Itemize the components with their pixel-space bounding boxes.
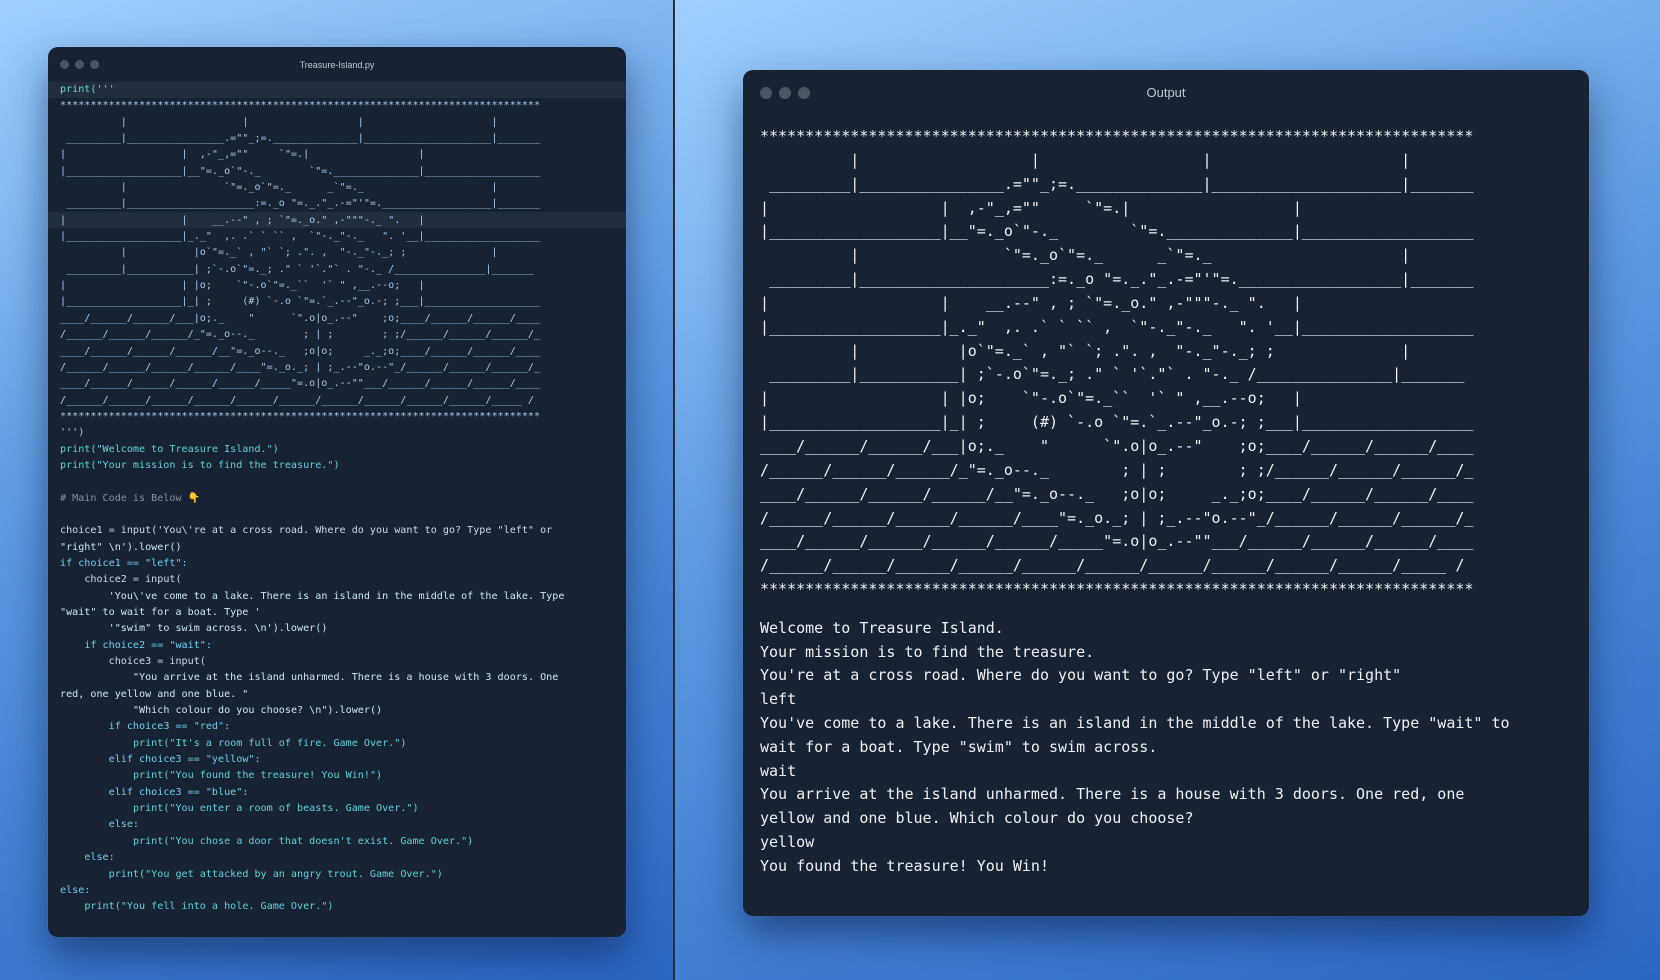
zoom-dot-icon[interactable] xyxy=(90,60,99,69)
code-line: print("Your mission is to find the treas… xyxy=(60,459,340,471)
code-line: else: xyxy=(60,819,140,831)
code-line: print("You get attacked by an angry trou… xyxy=(60,868,443,880)
minimize-dot-icon[interactable] xyxy=(75,60,84,69)
output-ascii-art: ****************************************… xyxy=(760,127,1474,599)
code-line: '"swim" to swim across. \n').lower() xyxy=(60,623,328,635)
window-controls xyxy=(760,70,810,115)
code-line: if choice2 == "wait": xyxy=(60,639,212,651)
line-highlight xyxy=(48,212,626,228)
code-line: "You arrive at the island unharmed. Ther… xyxy=(60,672,559,684)
code-editor-window: Treasure-Island.py print(''' ***********… xyxy=(48,47,626,937)
code-line: "Which colour do you choose? \n").lower(… xyxy=(60,705,383,717)
code-line: 'You\'ve come to a lake. There is an isl… xyxy=(60,590,565,602)
code-line: elif choice3 == "blue": xyxy=(60,786,249,798)
code-line: choice1 = input('You\'re at a cross road… xyxy=(60,525,553,537)
close-dot-icon[interactable] xyxy=(60,60,69,69)
line-highlight xyxy=(48,82,626,98)
code-line: ''') xyxy=(60,427,85,439)
zoom-dot-icon[interactable] xyxy=(798,86,810,99)
code-line: else: xyxy=(60,884,91,896)
code-line: "wait" to wait for a boat. Type ' xyxy=(60,607,261,618)
code-line: print("You enter a room of beasts. Game … xyxy=(60,803,419,815)
code-line: "right" \n').lower() xyxy=(60,541,182,553)
close-dot-icon[interactable] xyxy=(760,86,772,99)
code-line: print("Welcome to Treasure Island.") xyxy=(60,443,279,455)
code-line: if choice3 == "red": xyxy=(60,721,231,733)
code-line: print("You fell into a hole. Game Over."… xyxy=(60,901,334,913)
editor-titlebar: Treasure-Island.py xyxy=(48,47,626,82)
code-line: elif choice3 == "yellow": xyxy=(60,754,261,766)
code-line: print("It's a room full of fire. Game Ov… xyxy=(60,737,407,749)
code-line: red, one yellow and one blue. " xyxy=(60,688,249,700)
code-comment: # Main Code is Below 👇 xyxy=(60,492,201,504)
output-text[interactable]: Welcome to Treasure Island. Your mission… xyxy=(743,602,1589,879)
code-line: print("You chose a door that doesn't exi… xyxy=(60,835,474,847)
output-titlebar: Output xyxy=(743,70,1589,115)
code-line: print("You found the treasure! You Win!"… xyxy=(60,770,383,782)
editor-title: Treasure-Island.py xyxy=(299,59,375,70)
minimize-dot-icon[interactable] xyxy=(779,86,791,99)
code-line: else: xyxy=(60,852,115,864)
window-controls xyxy=(60,47,99,82)
code-content[interactable]: print(''' ******************************… xyxy=(48,82,626,916)
code-line: choice2 = input( xyxy=(60,574,182,586)
code-line: if choice1 == "left": xyxy=(60,557,188,569)
output-title: Output xyxy=(1146,85,1186,100)
output-window: Output *********************************… xyxy=(743,70,1589,916)
code-ascii-art: ****************************************… xyxy=(60,100,541,422)
code-line: choice3 = input( xyxy=(60,656,206,668)
